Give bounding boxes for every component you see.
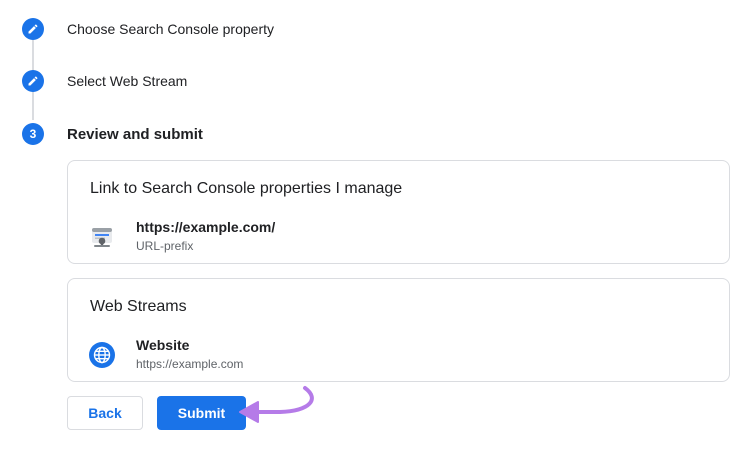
annotation-arrow-icon [239,386,314,423]
search-console-property-url: https://example.com/ [136,219,276,235]
search-console-card-title: Link to Search Console properties I mana… [90,180,403,197]
step-1-label: Choose Search Console property [67,21,275,37]
pencil-icon [22,18,44,40]
web-stream-name: Website [136,337,190,353]
web-streams-card-title: Web Streams [90,298,187,315]
pencil-icon [22,70,44,92]
web-streams-card: Web Streams Website https://example.com [67,278,730,382]
step-2-label: Select Web Stream [67,73,188,89]
step-2[interactable]: Select Web Stream [22,70,187,92]
step-3-label: Review and submit [67,125,203,143]
search-console-property-type: URL-prefix [136,239,194,253]
back-button[interactable]: Back [67,396,143,430]
step-3: 3 Review and submit [22,123,203,145]
step-3-number: 3 [22,123,44,145]
web-stream-url: https://example.com [136,357,244,371]
search-console-icon [88,223,116,251]
globe-icon [88,341,116,369]
submit-button[interactable]: Submit [157,396,246,430]
step-1[interactable]: Choose Search Console property [22,18,274,40]
search-console-card: Link to Search Console properties I mana… [67,160,730,264]
